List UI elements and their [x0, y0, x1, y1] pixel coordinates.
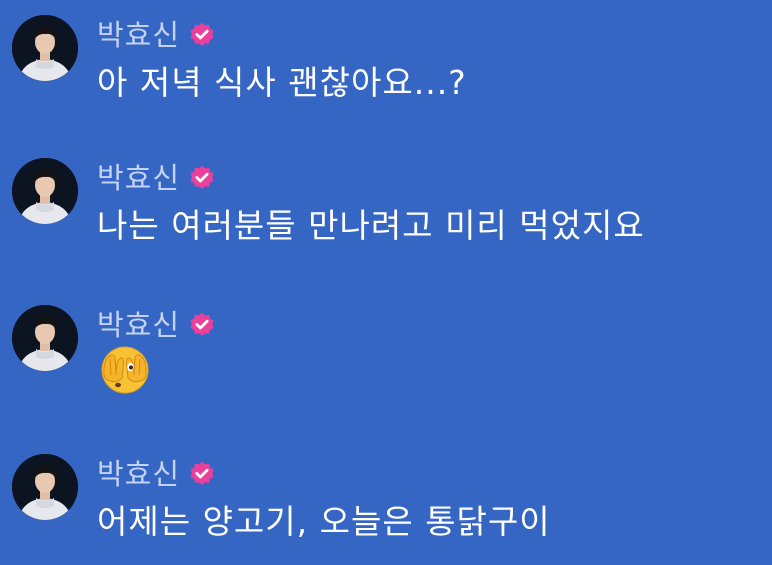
message-text: 나는 여러분들 만나려고 미리 먹었지요	[97, 206, 645, 245]
avatar-image	[12, 158, 78, 224]
avatar-image	[12, 15, 78, 81]
face-with-peeking-eye-icon	[101, 346, 149, 394]
avatar[interactable]	[12, 454, 78, 520]
chat-message: 박효신 아 저녁 식사 괜찮아요...?	[0, 7, 772, 107]
chat-message: 박효신 나는 여러분들 만나려고 미리 먹었지요	[0, 150, 772, 250]
chat-feed: 박효신 아 저녁 식사 괜찮아요...? 박효신 나는 여러분들 만나려고 미리…	[0, 0, 772, 565]
avatar-image	[12, 305, 78, 371]
verified-badge-icon	[190, 461, 214, 485]
sender-name[interactable]: 박효신	[97, 158, 180, 198]
avatar[interactable]	[12, 15, 78, 81]
message-text: 어제는 양고기, 오늘은 통닭구이	[97, 502, 551, 541]
chat-message: 박효신	[0, 297, 772, 397]
verified-badge-icon	[190, 22, 214, 46]
verified-badge-icon	[190, 165, 214, 189]
message-text: 아 저녁 식사 괜찮아요...?	[97, 63, 467, 102]
avatar[interactable]	[12, 158, 78, 224]
sender-name[interactable]: 박효신	[97, 454, 180, 494]
sender-name[interactable]: 박효신	[97, 305, 180, 345]
verified-badge-icon	[190, 312, 214, 336]
avatar[interactable]	[12, 305, 78, 371]
sender-name[interactable]: 박효신	[97, 15, 180, 55]
chat-message: 박효신 어제는 양고기, 오늘은 통닭구이	[0, 446, 772, 546]
avatar-image	[12, 454, 78, 520]
